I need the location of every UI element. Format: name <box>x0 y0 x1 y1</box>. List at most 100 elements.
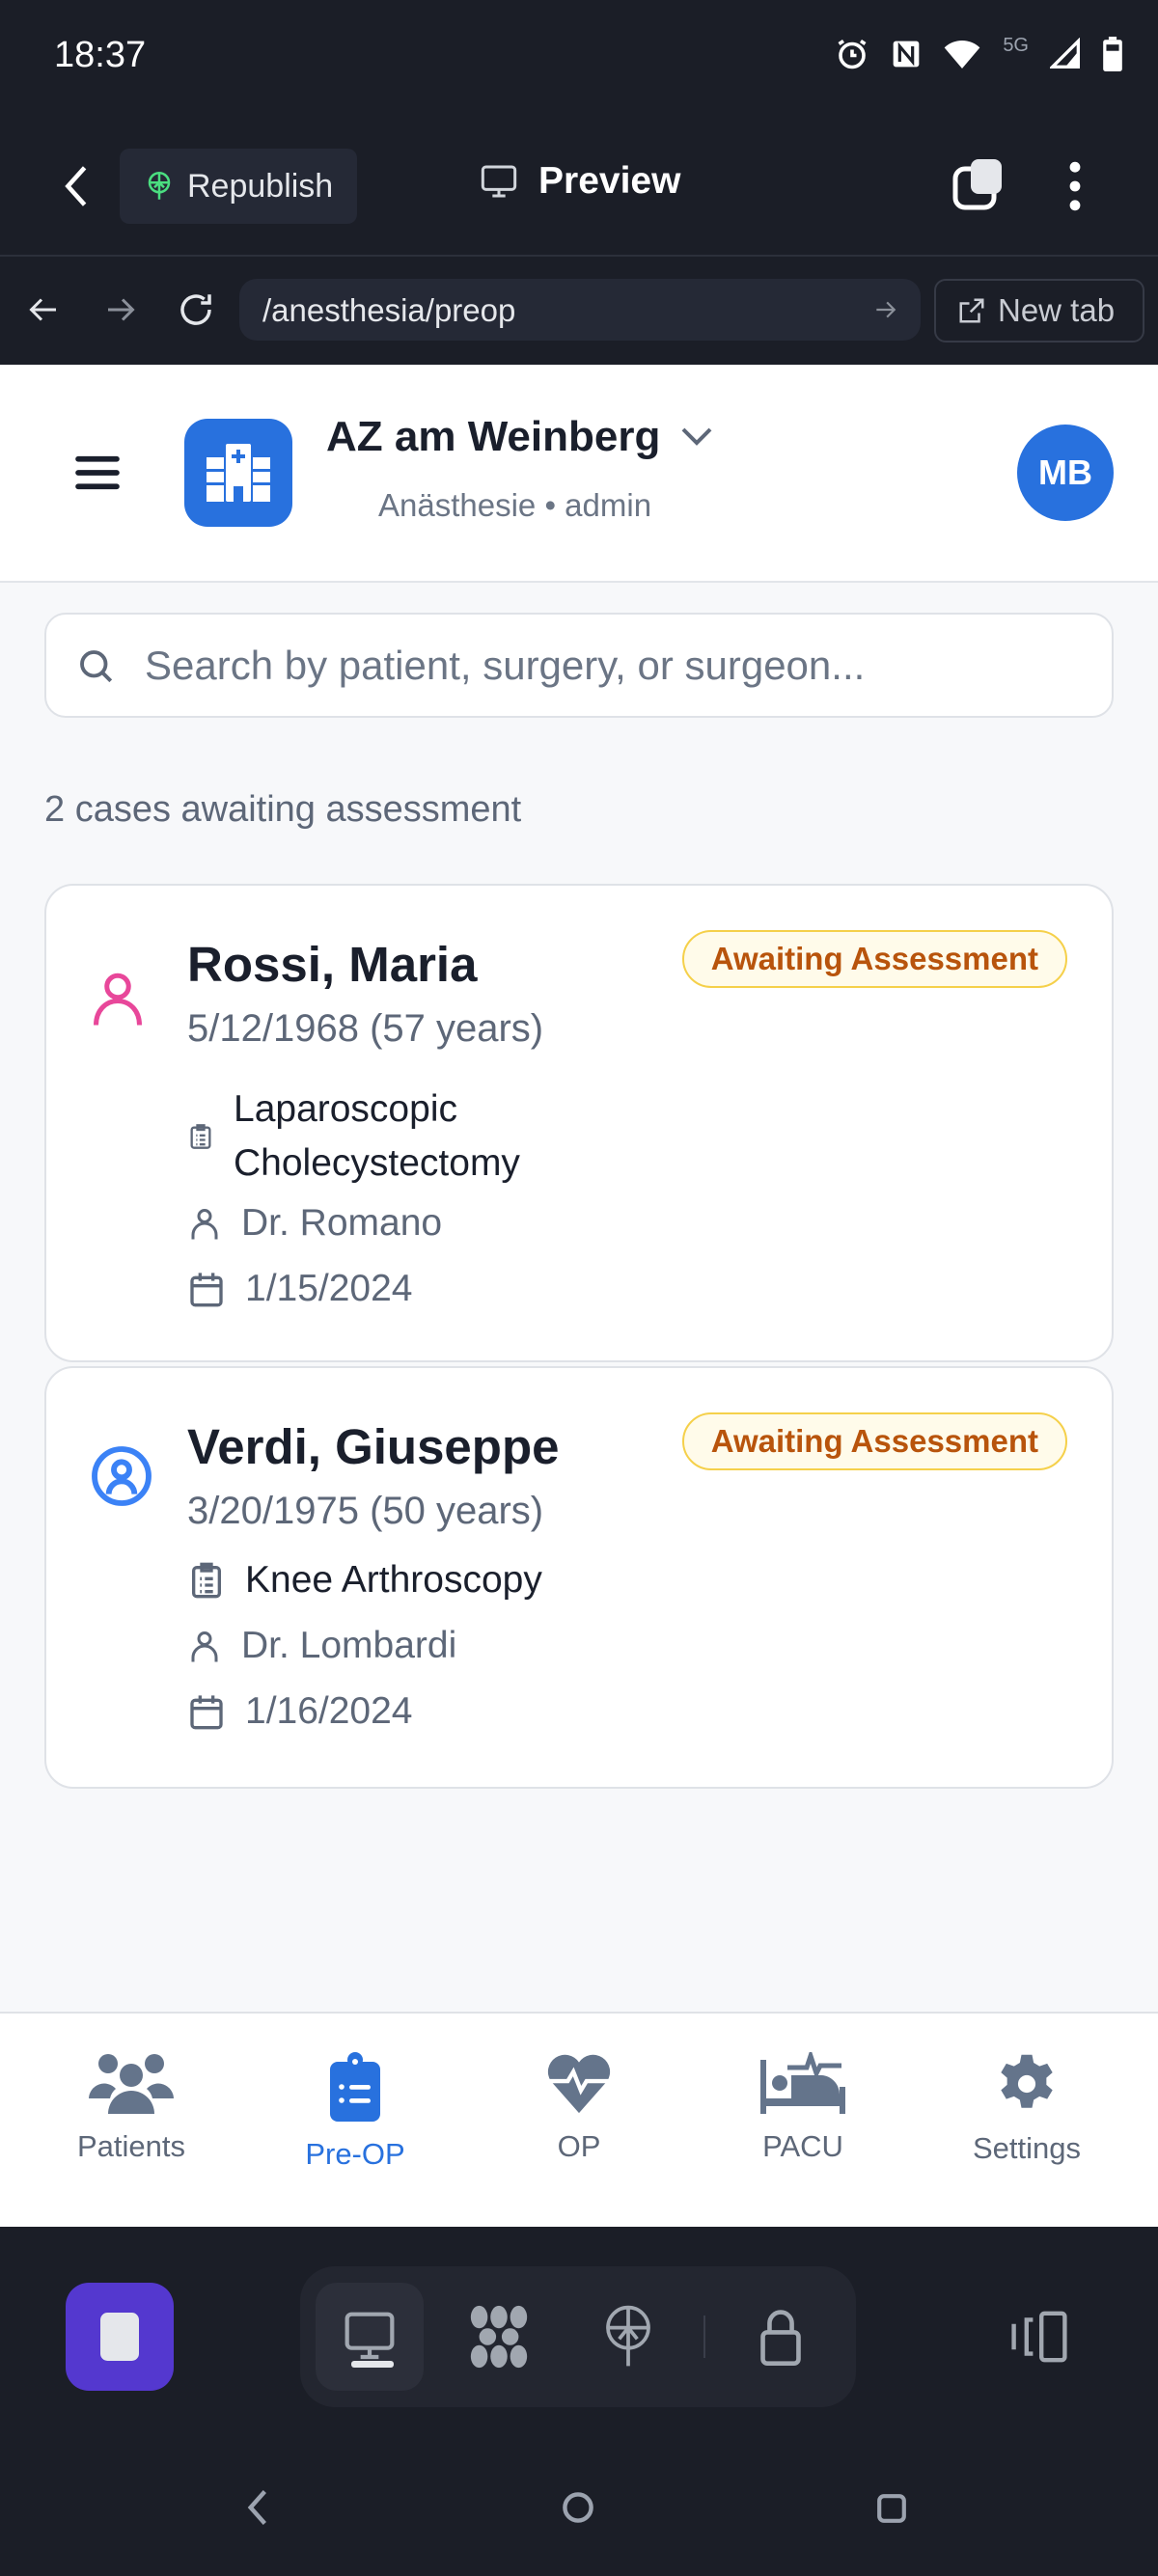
nav-label: OP <box>557 2129 601 2163</box>
status-badge: Awaiting Assessment <box>681 930 1067 988</box>
battery-icon <box>1103 37 1122 71</box>
device-rotate-icon[interactable] <box>1007 2310 1071 2364</box>
procedure-row: Laparoscopic Cholecystectomy <box>187 1082 520 1191</box>
globe-upload-icon <box>606 2305 650 2367</box>
surgery-date: 1/15/2024 <box>245 1268 413 1309</box>
alarm-icon <box>838 40 867 69</box>
app-header <box>0 365 1158 583</box>
patient-name: Verdi, Giuseppe <box>187 1419 560 1474</box>
status-time: 18:37 <box>54 35 147 75</box>
network-label: 5G <box>1003 34 1029 56</box>
stop-button[interactable] <box>66 2283 174 2391</box>
status-icons: 5G <box>835 34 1123 71</box>
organization-name: AZ am Weinberg <box>326 413 661 460</box>
gear-icon <box>1001 2054 1053 2108</box>
dock-publish-button[interactable] <box>574 2283 682 2391</box>
bed-pulse-icon <box>760 2052 845 2114</box>
department-role: Anästhesie • admin <box>378 487 652 523</box>
nav-settings[interactable]: Settings <box>930 2014 1123 2227</box>
search-icon <box>80 649 113 682</box>
nav-pacu[interactable]: PACU <box>706 2014 899 2227</box>
monitor-icon <box>481 165 517 198</box>
surgeon-row: Dr. Romano <box>187 1202 442 1245</box>
wifi-icon <box>944 41 980 69</box>
case-card[interactable]: Verdi, Giuseppe 3/20/1975 (50 years) Awa… <box>44 1366 1114 1789</box>
clipboard-list-icon <box>330 2052 380 2122</box>
hospital-logo <box>184 419 292 527</box>
dock-lock-button[interactable] <box>727 2283 835 2391</box>
active-indicator <box>351 2361 394 2368</box>
hamburger-menu-icon[interactable] <box>75 454 120 491</box>
dock-workspace-button[interactable] <box>445 2283 553 2391</box>
url-field[interactable]: /anesthesia/preop <box>239 279 921 341</box>
surgeon-name: Dr. Romano <box>241 1202 443 1244</box>
date-row: 1/15/2024 <box>187 1268 413 1310</box>
male-patient-icon <box>92 1446 152 1506</box>
browser-forward-icon[interactable] <box>102 292 137 327</box>
new-tab-button[interactable]: New tab <box>934 279 1144 343</box>
dock-toolbar <box>300 2266 856 2407</box>
search-bar <box>44 613 1114 718</box>
organization-switcher[interactable]: AZ am Weinberg <box>326 413 712 461</box>
nav-label: PACU <box>762 2129 843 2163</box>
nav-pre-op[interactable]: Pre-OP <box>259 2014 452 2227</box>
reload-icon[interactable] <box>176 289 216 330</box>
browser-back-icon[interactable] <box>27 292 62 327</box>
search-input[interactable] <box>145 642 1013 689</box>
nav-label: Patients <box>76 2129 185 2163</box>
date-row: 1/16/2024 <box>187 1690 413 1733</box>
user-icon <box>191 1631 218 1662</box>
clipboard-list-icon <box>190 1124 211 1149</box>
system-recents-icon[interactable] <box>876 2493 907 2524</box>
procedure-row: Knee Arthroscopy <box>187 1559 542 1602</box>
patient-name: Rossi, Maria <box>187 937 478 992</box>
female-patient-icon <box>94 973 142 1026</box>
workspace-icon <box>470 2305 528 2369</box>
dock-divider <box>703 2316 705 2358</box>
heart-pulse-icon <box>545 2054 613 2114</box>
tabs-icon[interactable] <box>951 157 1006 211</box>
patient-dob: 3/20/1975 (50 years) <box>187 1490 544 1532</box>
patient-dob: 5/12/1968 (57 years) <box>187 1007 544 1050</box>
globe-upload-icon <box>148 172 171 200</box>
surgeon-row: Dr. Lombardi <box>187 1625 456 1667</box>
user-icon <box>191 1209 218 1240</box>
system-back-icon[interactable] <box>247 2489 268 2526</box>
republish-button[interactable]: Republish <box>120 149 357 224</box>
surgeon-name: Dr. Lombardi <box>241 1625 457 1666</box>
system-home-icon[interactable] <box>562 2491 594 2524</box>
users-icon <box>89 2054 174 2114</box>
signal-icon <box>1050 38 1080 69</box>
new-tab-label: New tab <box>998 292 1116 328</box>
calendar-icon <box>190 1273 223 1307</box>
case-card[interactable]: Rossi, Maria 5/12/1968 (57 years) Awaiti… <box>44 884 1114 1362</box>
procedure-name: Knee Arthroscopy <box>245 1559 542 1601</box>
external-link-icon <box>959 298 984 323</box>
monitor-icon <box>345 2312 395 2360</box>
procedure-line-2: Cholecystectomy <box>234 1142 520 1184</box>
nav-patients[interactable]: Patients <box>35 2014 228 2227</box>
lock-icon <box>760 2310 801 2366</box>
more-menu-icon[interactable] <box>1062 160 1089 212</box>
preview-label: Preview <box>538 160 681 202</box>
republish-label: Republish <box>187 167 334 205</box>
stop-icon <box>100 2313 139 2361</box>
nav-label: Settings <box>972 2131 1081 2165</box>
procedure-line-1: Laparoscopic <box>234 1088 457 1130</box>
calendar-icon <box>190 1695 223 1730</box>
nav-label: Pre-OP <box>305 2137 405 2171</box>
clipboard-list-icon <box>192 1562 221 1599</box>
surgery-date: 1/16/2024 <box>245 1690 413 1732</box>
go-arrow-icon[interactable] <box>872 297 897 322</box>
nav-op[interactable]: OP <box>482 2014 676 2227</box>
status-badge: Awaiting Assessment <box>681 1412 1067 1470</box>
preview-title: Preview <box>479 160 680 203</box>
bottom-navigation: Patients Pre-OP OP PACU Settings <box>0 2012 1158 2227</box>
user-avatar[interactable]: MB <box>1017 425 1114 521</box>
dock-preview-button[interactable] <box>316 2283 424 2391</box>
nfc-icon <box>893 41 920 68</box>
chevron-down-icon <box>681 427 712 446</box>
url-text: /anesthesia/preop <box>262 292 516 328</box>
cases-count: 2 cases awaiting assessment <box>44 789 522 830</box>
back-icon[interactable] <box>62 164 91 208</box>
